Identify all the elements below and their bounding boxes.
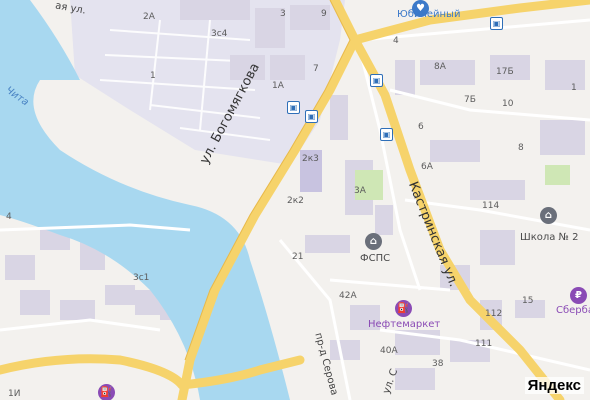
house-number: 3с4 (211, 29, 228, 39)
house-number: 10 (502, 99, 514, 109)
house-number: 6А (421, 162, 433, 172)
house-number: 2к2 (287, 196, 304, 206)
house-number: 4 (393, 36, 399, 46)
house-number: 9 (321, 9, 327, 19)
bus-stop-icon[interactable]: ▣ (490, 17, 503, 30)
yandex-logo[interactable]: Яндекс (524, 377, 584, 394)
house-number: 15 (522, 296, 534, 306)
bus-stop-icon[interactable]: ▣ (380, 128, 393, 141)
poi-fsps-label[interactable]: ФСПС (360, 254, 390, 264)
poi-fuel-bottom-icon[interactable]: ⛽ (98, 384, 115, 400)
house-number: 7 (313, 64, 319, 74)
poi-sberbank-icon[interactable]: ₽ (570, 287, 587, 304)
house-number: 8А (434, 62, 446, 72)
house-number: 1И (8, 389, 21, 399)
house-number: 1 (150, 71, 156, 81)
house-number: 21 (292, 252, 304, 262)
park-area-2 (545, 165, 570, 185)
house-number: 3А (354, 186, 366, 196)
house-number: 4 (6, 212, 12, 222)
house-number: 1А (272, 81, 284, 91)
house-number: 7Б (464, 95, 476, 105)
house-number: 8 (518, 143, 524, 153)
house-number: 1 (571, 83, 577, 93)
poi-fsps-icon[interactable]: ⌂ (365, 233, 382, 250)
bus-stop-icon[interactable]: ▣ (305, 110, 318, 123)
house-number: 3с1 (133, 273, 150, 283)
poi-sberbank-label[interactable]: Сбербан (556, 306, 590, 316)
house-number: 114 (482, 201, 500, 211)
house-number: 40А (380, 346, 398, 356)
poi-school-label[interactable]: Школа № 2 (520, 233, 579, 243)
house-number: 112 (485, 309, 503, 319)
poi-neftemarket-label[interactable]: Нефтемаркет (368, 320, 440, 330)
poi-neftemarket-icon[interactable]: ⛽ (395, 300, 412, 317)
poi-yubileyny-label[interactable]: Юбилейный (397, 10, 460, 20)
house-number: 42А (339, 291, 357, 301)
house-number: 3 (280, 9, 286, 19)
bus-stop-icon[interactable]: ▣ (287, 101, 300, 114)
house-number: 38 (432, 359, 444, 369)
house-number: 2к3 (302, 154, 319, 164)
bus-stop-icon[interactable]: ▣ (370, 74, 383, 87)
house-number: 17Б (496, 67, 514, 77)
house-number: 6 (418, 122, 424, 132)
house-number: 111 (475, 339, 493, 349)
house-number: 2А (143, 12, 155, 22)
map-canvas[interactable]: ул. Богомягкова Кастринская ул. пр-д Сер… (0, 0, 590, 400)
poi-school-icon[interactable]: ⌂ (540, 207, 557, 224)
